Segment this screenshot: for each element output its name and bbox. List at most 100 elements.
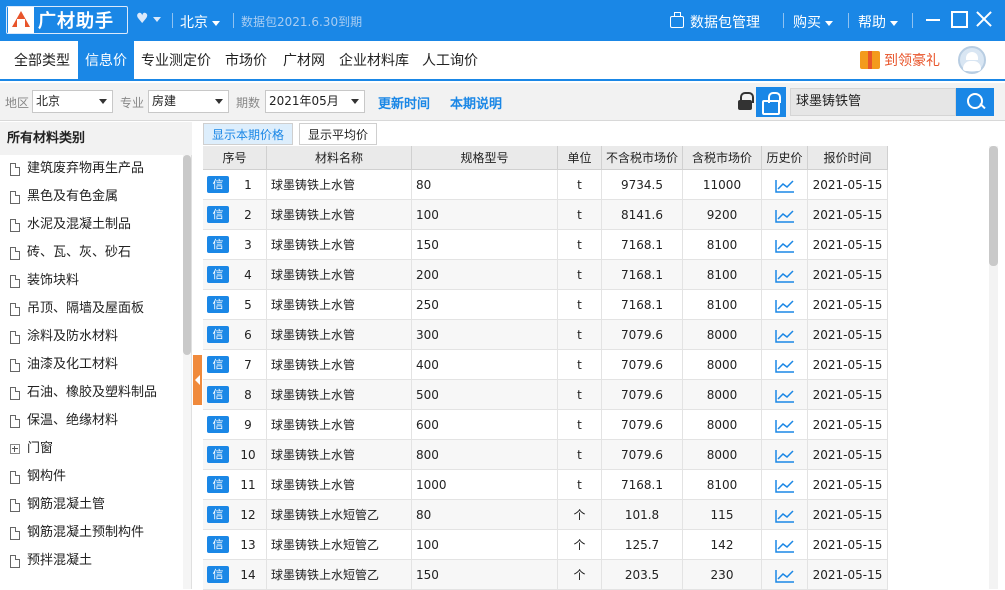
table-row[interactable]: 信 13 球墨铸铁上水短管乙 100 个 125.7 142 2021-05-15 [203,530,888,560]
trend-chart-icon[interactable] [774,569,795,583]
trend-chart-icon[interactable] [774,419,795,433]
package-management-button[interactable]: 数据包管理 [670,12,760,32]
period-select[interactable]: 2021年05月 [265,90,365,113]
buy-menu[interactable]: 购买 [793,12,833,32]
trend-chart-icon[interactable] [774,209,795,223]
update-time-link[interactable]: 更新时间 [378,93,430,112]
sidebar-item[interactable]: 建筑废弃物再生产品 [0,155,182,183]
sidebar-item[interactable]: 黑色及有色金属 [0,183,182,211]
unlock-icon[interactable] [756,87,786,117]
header-in-tax[interactable]: 含税市场价 [683,146,762,169]
info-badge[interactable]: 信 [207,386,229,403]
table-scroll-thumb[interactable] [989,146,998,266]
trend-chart-icon[interactable] [774,269,795,283]
header-spec[interactable]: 规格型号 [412,146,558,169]
info-badge[interactable]: 信 [207,176,229,193]
cell-no: 信5 [203,290,267,319]
trend-chart-icon[interactable] [774,449,795,463]
sidebar-item[interactable]: 钢筋混凝土管 [0,491,182,519]
sidebar-item[interactable]: 保温、绝缘材料 [0,407,182,435]
sidebar-item[interactable]: 水泥及混凝土制品 [0,211,182,239]
info-badge[interactable]: 信 [207,356,229,373]
sidebar-item[interactable]: 预拌混凝土 [0,547,182,575]
info-badge[interactable]: 信 [207,566,229,583]
tab-current-price[interactable]: 显示本期价格 [203,123,294,145]
info-badge[interactable]: 信 [207,236,229,253]
nav-enterprise-library[interactable]: 企业材料库 [332,41,416,79]
sidebar-item[interactable]: 石油、橡胶及塑料制品 [0,379,182,407]
info-badge[interactable]: 信 [207,326,229,343]
sidebar-item[interactable]: 砖、瓦、灰、砂石 [0,239,182,267]
header-name[interactable]: 材料名称 [267,146,412,169]
nav-market-price[interactable]: 市场价 [218,41,274,79]
period-note-link[interactable]: 本期说明 [450,93,502,112]
header-no[interactable]: 序号 [203,146,267,169]
search-icon[interactable] [956,88,994,116]
header-date[interactable]: 报价时间 [808,146,888,169]
info-badge[interactable]: 信 [207,536,229,553]
maximize-icon[interactable] [950,10,968,28]
nav-all-types[interactable]: 全部类型 [7,41,77,79]
table-row[interactable]: 信 14 球墨铸铁上水短管乙 150 个 203.5 230 2021-05-15 [203,560,888,590]
trend-chart-icon[interactable] [774,359,795,373]
info-badge[interactable]: 信 [207,476,229,493]
tab-average-price[interactable]: 显示平均价 [299,123,378,145]
table-row[interactable]: 信 7 球墨铸铁上水管 400 t 7079.6 8000 2021-05-15 [203,350,888,380]
minimize-icon[interactable] [924,10,942,28]
info-badge[interactable]: 信 [207,506,229,523]
nav-professional-price[interactable]: 专业测定价 [134,41,218,79]
info-badge[interactable]: 信 [207,446,229,463]
sidebar-item[interactable]: 装饰块料 [0,267,182,295]
nav-manual-inquiry[interactable]: 人工询价 [415,41,485,79]
header-ex-tax[interactable]: 不含税市场价 [602,146,683,169]
table-row[interactable]: 信 4 球墨铸铁上水管 200 t 7168.1 8100 2021-05-15 [203,260,888,290]
trend-chart-icon[interactable] [774,239,795,253]
sidebar-item[interactable]: 涂料及防水材料 [0,323,182,351]
trend-chart-icon[interactable] [774,539,795,553]
trend-chart-icon[interactable] [774,509,795,523]
info-badge[interactable]: 信 [207,266,229,283]
table-row[interactable]: 信 3 球墨铸铁上水管 150 t 7168.1 8100 2021-05-15 [203,230,888,260]
user-avatar[interactable] [958,46,986,74]
city-selector[interactable]: 北京 [180,12,220,32]
nav-info-price[interactable]: 信息价 [78,41,134,79]
sidebar-scroll-thumb[interactable] [183,155,191,355]
table-row[interactable]: 信 2 球墨铸铁上水管 100 t 8141.6 9200 2021-05-15 [203,200,888,230]
table-row[interactable]: 信 1 球墨铸铁上水管 80 t 9734.5 11000 2021-05-15 [203,170,888,200]
trend-chart-icon[interactable] [774,329,795,343]
region-select[interactable]: 北京 [32,90,113,113]
table-row[interactable]: 信 6 球墨铸铁上水管 300 t 7079.6 8000 2021-05-15 [203,320,888,350]
table-row[interactable]: 信 10 球墨铸铁上水管 800 t 7079.6 8000 2021-05-15 [203,440,888,470]
help-menu[interactable]: 帮助 [858,12,898,32]
search-input[interactable]: 球墨铸铁管 [790,88,956,116]
sidebar-item[interactable]: 吊顶、隔墙及屋面板 [0,295,182,323]
expand-icon[interactable] [10,444,20,454]
table-row[interactable]: 信 9 球墨铸铁上水管 600 t 7079.6 8000 2021-05-15 [203,410,888,440]
close-icon[interactable] [975,10,993,28]
trend-chart-icon[interactable] [774,179,795,193]
info-badge[interactable]: 信 [207,296,229,313]
trend-chart-icon[interactable] [774,389,795,403]
favorite-heart-icon[interactable]: ♥ [136,11,161,27]
table-row[interactable]: 信 5 球墨铸铁上水管 250 t 7168.1 8100 2021-05-15 [203,290,888,320]
collapse-sidebar-handle[interactable] [193,355,202,405]
trend-chart-icon[interactable] [774,299,795,313]
nav-gcw[interactable]: 广材网 [276,41,332,79]
gift-promo[interactable]: 到领豪礼 [860,50,940,70]
trend-chart-icon[interactable] [774,479,795,493]
table-row[interactable]: 信 11 球墨铸铁上水管 1000 t 7168.1 8100 2021-05-15 [203,470,888,500]
lock-icon[interactable] [738,92,754,111]
header-unit[interactable]: 单位 [558,146,602,169]
sidebar-item[interactable]: 油漆及化工材料 [0,351,182,379]
major-select[interactable]: 房建 [148,90,229,113]
table-row[interactable]: 信 8 球墨铸铁上水管 500 t 7079.6 8000 2021-05-15 [203,380,888,410]
info-badge[interactable]: 信 [207,206,229,223]
sidebar-item[interactable]: 钢筋混凝土预制构件 [0,519,182,547]
table-row[interactable]: 信 12 球墨铸铁上水短管乙 80 个 101.8 115 2021-05-15 [203,500,888,530]
header-history[interactable]: 历史价 [762,146,808,169]
info-badge[interactable]: 信 [207,416,229,433]
table-scrollbar[interactable] [989,146,998,589]
sidebar-item[interactable]: 门窗 [0,435,182,463]
sidebar-scrollbar[interactable] [183,155,191,589]
sidebar-item[interactable]: 钢构件 [0,463,182,491]
